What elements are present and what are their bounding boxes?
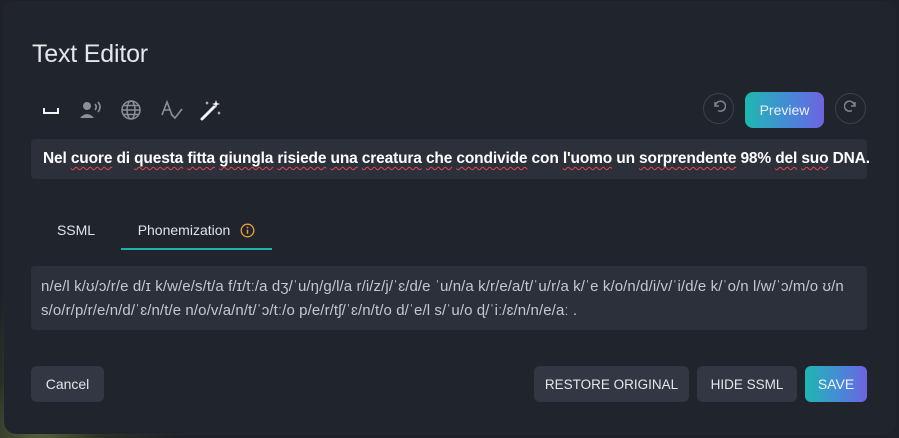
- misspelled-word[interactable]: fitta: [187, 150, 215, 167]
- phonemization-field[interactable]: n/e/l k/ʊ/ɔ/r/e d/ɪ k/w/e/s/t/a f/ɪ/tː/a…: [31, 266, 867, 330]
- text-input[interactable]: Nel cuore di questa fitta giungla risied…: [31, 139, 870, 179]
- redo-button[interactable]: [835, 93, 866, 124]
- active-tab-indicator: [121, 248, 272, 250]
- misspelled-word[interactable]: che: [426, 150, 452, 167]
- misspelled-word[interactable]: condivide: [456, 150, 527, 167]
- magic-wand-icon[interactable]: [197, 96, 225, 124]
- text-fragment: con: [527, 150, 563, 167]
- undo-icon: [712, 99, 726, 118]
- globe-icon[interactable]: [117, 96, 145, 124]
- text-fragment: di: [112, 150, 135, 167]
- editor-text: Nel cuore di questa fitta giungla risied…: [43, 150, 870, 168]
- tab-ssml[interactable]: SSML: [41, 210, 111, 250]
- redo-icon: [843, 99, 858, 118]
- misspelled-word[interactable]: l'uomo: [563, 150, 612, 167]
- spellcheck-icon[interactable]: [158, 96, 186, 124]
- misspelled-word[interactable]: risiede: [277, 150, 326, 167]
- tab-label: Phonemization: [137, 222, 231, 238]
- tab-label: SSML: [56, 222, 96, 238]
- pause-icon[interactable]: [37, 96, 65, 124]
- misspelled-word[interactable]: questa: [134, 150, 183, 167]
- misspelled-word[interactable]: creatura: [362, 150, 422, 167]
- cancel-button[interactable]: Cancel: [31, 366, 104, 402]
- text-fragment: DNA.: [828, 150, 870, 167]
- text-fragment: Nel: [43, 150, 71, 167]
- text-fragment: un: [612, 150, 640, 167]
- misspelled-word[interactable]: del: [775, 150, 797, 167]
- restore-original-button[interactable]: RESTORE ORIGINAL: [534, 366, 689, 402]
- undo-button[interactable]: [703, 93, 734, 124]
- misspelled-word[interactable]: una: [331, 150, 358, 167]
- info-icon[interactable]: [240, 223, 255, 238]
- voice-icon[interactable]: [77, 96, 105, 124]
- save-button[interactable]: SAVE: [805, 366, 867, 402]
- misspelled-word[interactable]: sorprendente: [639, 150, 736, 167]
- phonemization-line: s/o/r/p/r/e/n/d/ˈɛ/n/t/e n/o/v/a/n/t/ˈɔ/…: [41, 302, 578, 319]
- dialog-title: Text Editor: [32, 40, 148, 68]
- misspelled-word[interactable]: giungla: [219, 150, 273, 167]
- text-editor-dialog: Text Editor Preview Nel cuore di questa …: [4, 2, 895, 434]
- hide-ssml-button[interactable]: HIDE SSML: [697, 366, 797, 402]
- tab-phonemization[interactable]: Phonemization: [121, 210, 272, 250]
- preview-button[interactable]: Preview: [745, 92, 824, 128]
- misspelled-word[interactable]: cuore: [71, 150, 113, 167]
- misspelled-word[interactable]: suo: [801, 150, 828, 167]
- phonemization-line: n/e/l k/ʊ/ɔ/r/e d/ɪ k/w/e/s/t/a f/ɪ/tː/a…: [41, 278, 844, 295]
- text-fragment: 98%: [736, 150, 776, 167]
